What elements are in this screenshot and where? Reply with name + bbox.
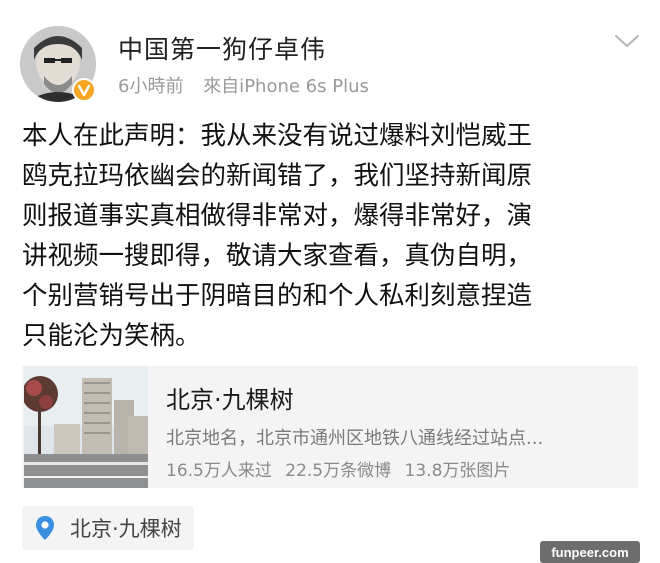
- watermark: funpeer.com: [540, 541, 640, 563]
- post-text: 本人在此声明：我从来没有说过爆料刘恺威王 鸥克拉玛依幽会的新闻错了，我们坚持新闻…: [22, 116, 642, 356]
- weibo-post: 中国第一狗仔卓伟 6小時前 來自iPhone 6s Plus 本人在此声明：我从…: [0, 0, 660, 563]
- visitor-count: 16.5万人来过: [166, 461, 272, 481]
- post-text-line: 个别营销号出于阴暗目的和个人私利刻意捏造: [22, 281, 533, 311]
- location-tag-label: 北京·九棵树: [70, 517, 182, 541]
- chevron-down-icon[interactable]: [612, 30, 642, 52]
- post-source[interactable]: 來自iPhone 6s Plus: [203, 76, 369, 97]
- post-text-line: 本人在此声明：我从来没有说过爆料刘恺威王: [22, 121, 533, 151]
- location-card-title: 北京·九棵树: [166, 386, 294, 414]
- photo-count: 13.8万张图片: [404, 461, 511, 481]
- username[interactable]: 中国第一狗仔卓伟: [118, 30, 326, 66]
- location-card[interactable]: 北京·九棵树 北京地名，北京市通州区地铁八通线经过站点... 16.5万人来过 …: [22, 366, 638, 488]
- location-thumbnail: [24, 366, 148, 488]
- post-text-line: 则报道事实真相做得非常对，爆得非常好，演: [22, 201, 533, 231]
- post-meta: 6小時前 來自iPhone 6s Plus: [118, 72, 369, 98]
- location-card-description: 北京地名，北京市通州区地铁八通线经过站点...: [166, 428, 544, 449]
- location-card-stats: 16.5万人来过 22.5万条微博 13.8万张图片: [166, 456, 510, 481]
- location-tag[interactable]: 北京·九棵树: [22, 506, 194, 550]
- post-text-line: 鸥克拉玛依幽会的新闻错了，我们坚持新闻原: [22, 161, 533, 191]
- weibo-count: 22.5万条微博: [285, 461, 392, 481]
- location-pin-icon: [36, 516, 54, 540]
- post-text-line: 讲视频一搜即得，敬请大家查看，真伪自明，: [22, 241, 533, 271]
- verified-badge-icon: [72, 78, 96, 102]
- post-text-line: 只能沦为笑柄。: [22, 321, 201, 351]
- post-time: 6小時前: [118, 76, 184, 97]
